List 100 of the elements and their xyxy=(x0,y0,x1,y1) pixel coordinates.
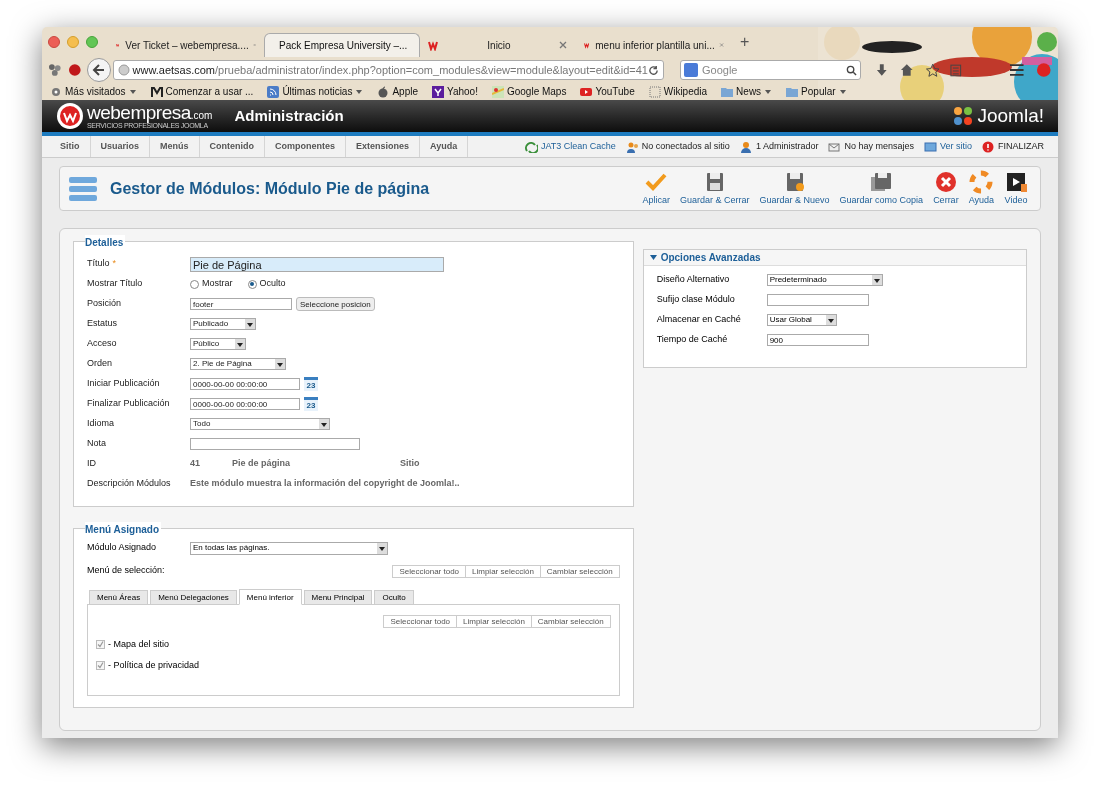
close-icon xyxy=(933,169,958,194)
search-field[interactable]: Google xyxy=(680,60,861,80)
favicon-icon xyxy=(428,39,438,51)
monitor-icon xyxy=(923,140,937,153)
calendar-button[interactable]: 23 xyxy=(304,397,318,411)
star-icon[interactable] xyxy=(925,63,940,77)
toolbar-button[interactable]: Guardar & Cerrar xyxy=(680,169,750,208)
date-input[interactable]: 0000-00-00 00:00:00 xyxy=(190,378,300,390)
title-input[interactable]: Pie de Página xyxy=(190,256,444,272)
caret-icon[interactable] xyxy=(355,87,364,96)
apple-icon xyxy=(377,85,390,98)
close-tab-icon[interactable] xyxy=(558,40,568,50)
text-input[interactable]: footer xyxy=(190,298,292,310)
address-bar[interactable]: www.aetsas.com/prueba/administrator/index.php?option=com_modules&view=module&layout=edit&id=41 xyxy=(112,60,664,80)
menu-tab[interactable]: Menú Áreas xyxy=(89,590,149,605)
field-label: Título xyxy=(87,257,110,271)
select-field[interactable]: Todo xyxy=(190,418,330,430)
menu-tab[interactable]: Menú Delegaciones xyxy=(150,590,237,605)
home-icon[interactable] xyxy=(900,63,914,77)
bookmark-link[interactable]: Popular xyxy=(801,84,836,99)
menu-icon[interactable] xyxy=(1008,63,1025,77)
toolbar-button[interactable]: Video xyxy=(1004,169,1028,208)
bookmark-link[interactable]: Google Maps xyxy=(506,84,567,99)
field-label: Mostrar Título xyxy=(87,277,144,291)
status-link[interactable]: Ver sitio xyxy=(939,139,972,154)
menu-item[interactable]: Menús xyxy=(150,136,200,157)
selection-button[interactable]: Seleccionar todo xyxy=(383,615,458,628)
text-input[interactable] xyxy=(190,438,360,450)
field-label: Módulo Asignado xyxy=(87,541,158,555)
bookmark-link[interactable]: Yahoo! xyxy=(447,84,478,99)
toolbar-button[interactable]: Guardar como Copia xyxy=(839,169,924,208)
bookmark-link[interactable]: YouTube xyxy=(595,84,635,99)
close-window-button[interactable] xyxy=(48,36,60,48)
select-field[interactable]: Usar Global xyxy=(766,314,837,326)
extension-icon[interactable] xyxy=(48,63,62,77)
status-text[interactable]: FINALIZAR xyxy=(998,139,1044,154)
toolbar-button[interactable]: Ayuda xyxy=(968,169,994,208)
selection-button[interactable]: Cambiar selección xyxy=(539,564,620,578)
text-input[interactable] xyxy=(766,294,869,306)
search-icon[interactable] xyxy=(845,64,857,76)
browser-tab[interactable]: Inicio xyxy=(420,33,576,57)
caret-icon[interactable] xyxy=(764,87,773,96)
toolbar-button[interactable]: Guardar & Nuevo xyxy=(759,169,830,208)
caret-icon[interactable] xyxy=(128,87,137,96)
download-icon[interactable] xyxy=(874,63,889,77)
bookmark-link[interactable]: Comenzar a usar ... xyxy=(165,84,254,99)
back-button[interactable] xyxy=(87,58,111,82)
reload-icon[interactable] xyxy=(648,64,659,76)
toolbar-button[interactable]: Cerrar xyxy=(933,169,959,208)
section-legend: Menú Asignado xyxy=(85,522,162,537)
selection-button[interactable]: Seleccionar todo xyxy=(392,564,467,578)
select-field[interactable]: Predeterminado xyxy=(766,274,883,286)
menu-item[interactable]: Contenido xyxy=(199,136,266,157)
checkbox[interactable] xyxy=(96,640,105,650)
bookmark-link[interactable]: News xyxy=(736,84,762,99)
bookmark-link[interactable]: Apple xyxy=(392,84,418,99)
globe-icon xyxy=(117,64,130,76)
menu-item[interactable]: Ayuda xyxy=(420,136,469,157)
new-tab-button[interactable]: + xyxy=(740,30,750,54)
selection-button[interactable]: Cambiar selección xyxy=(530,615,611,628)
header-title: Administración xyxy=(234,105,344,126)
menu-item[interactable]: Sitio xyxy=(50,136,91,157)
checkbox[interactable] xyxy=(96,660,105,670)
collapse-arrow-icon[interactable] xyxy=(649,254,657,261)
radio-option[interactable]: Oculto xyxy=(247,277,286,291)
browser-tab[interactable]: Ver Ticket – webempresa.... xyxy=(108,33,264,57)
menu-tab[interactable]: Menú inferior xyxy=(238,589,302,605)
select-field[interactable]: Público xyxy=(190,338,246,350)
gear-icon xyxy=(50,85,62,98)
selection-button[interactable]: Limpiar selección xyxy=(465,564,541,578)
select-field[interactable]: 2. Pie de Página xyxy=(190,358,286,370)
bookmark-link[interactable]: Wikipedia xyxy=(663,84,708,99)
menu-item[interactable]: Usuarios xyxy=(90,136,150,157)
select-field[interactable]: Publicado xyxy=(190,318,256,330)
info-text: Sitio xyxy=(400,457,420,471)
text-input[interactable]: 900 xyxy=(766,334,869,346)
menu-tab[interactable]: Oculto xyxy=(374,590,414,605)
message-icon xyxy=(828,140,842,153)
yahoo-icon xyxy=(432,85,444,98)
browser-tab[interactable]: menu inferior plantilla uni... xyxy=(576,33,732,57)
caret-icon[interactable] xyxy=(838,87,847,96)
module-select[interactable]: En todas las páginas. xyxy=(190,541,388,555)
toolbar-button[interactable]: Aplicar xyxy=(642,169,670,208)
menu-item[interactable]: Componentes xyxy=(265,136,347,157)
selection-button[interactable]: Limpiar selección xyxy=(456,615,532,628)
radio-option[interactable]: Mostrar xyxy=(190,277,233,291)
menu-item[interactable]: Extensiones xyxy=(346,136,421,157)
map-icon xyxy=(491,85,504,98)
menu-tab[interactable]: Menu Principal xyxy=(303,590,373,605)
joomla-logo-icon xyxy=(952,105,975,127)
select-position-button[interactable]: Seleccione posicion xyxy=(296,297,375,311)
calendar-button[interactable]: 23 xyxy=(304,377,318,391)
date-input[interactable]: 0000-00-00 00:00:00 xyxy=(190,398,300,410)
field-label: ID xyxy=(87,457,97,471)
browser-tab[interactable]: Pack Empresa University –... xyxy=(264,33,420,57)
bookmark-link[interactable]: Más visitados xyxy=(65,84,126,99)
status-link[interactable]: JAT3 Clean Cache xyxy=(540,139,616,154)
bookmark-link[interactable]: Últimas noticias xyxy=(282,84,353,99)
record-icon[interactable] xyxy=(67,63,82,77)
reading-list-icon[interactable] xyxy=(949,63,963,77)
